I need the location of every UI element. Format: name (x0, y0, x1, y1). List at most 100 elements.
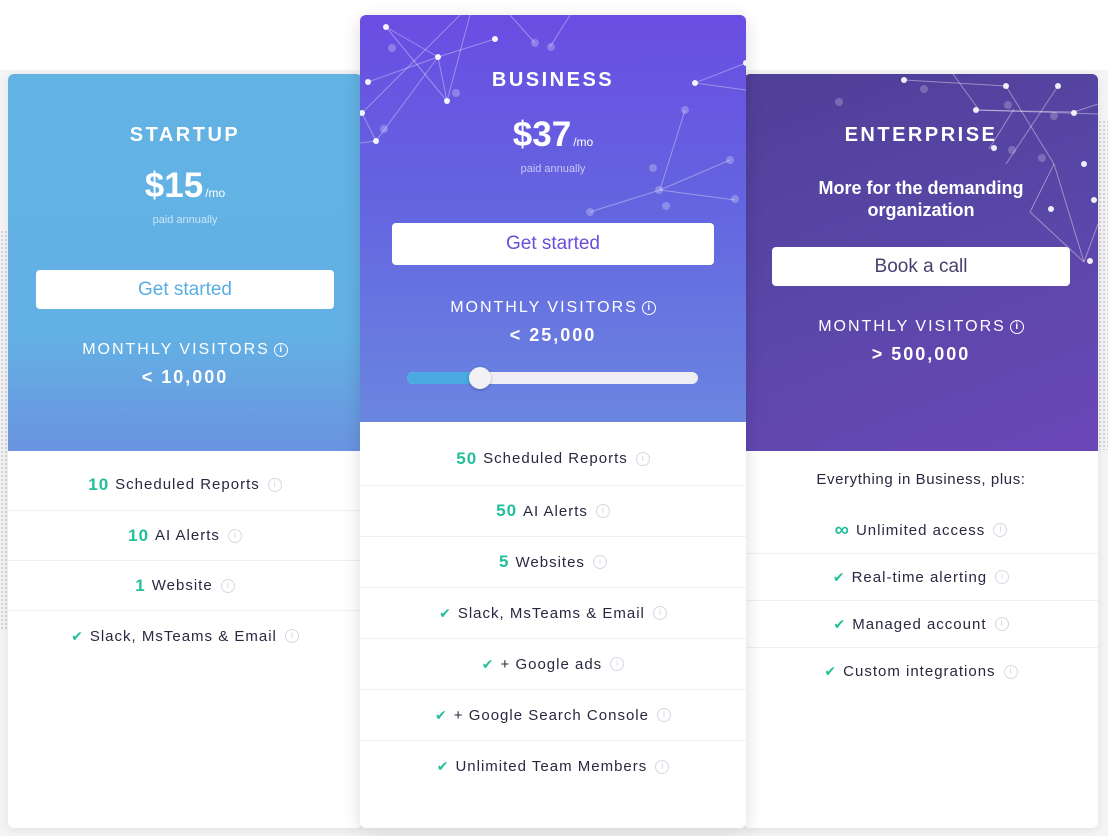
plan-price: $15/mo (8, 167, 362, 212)
info-icon[interactable]: i (993, 523, 1008, 537)
info-icon[interactable]: i (655, 759, 670, 774)
feature-row: ✔ Slack, MsTeams & Email i (360, 588, 746, 639)
info-icon[interactable]: i (220, 578, 235, 593)
check-icon: ✔ (833, 615, 847, 632)
tagline-line: More for the demanding (818, 178, 1024, 198)
info-icon[interactable]: i (595, 504, 610, 518)
feature-list: 50 Scheduled Reports i 50 AI Alerts i 5 Website… (360, 422, 746, 792)
info-icon[interactable]: i (267, 477, 282, 492)
plan-header: BUSINESS $37/mo paid annually Get starte… (360, 15, 746, 422)
feature-text: Slack, MsTeams & Email (457, 604, 645, 622)
info-icon[interactable]: i (652, 606, 667, 620)
feature-row: ✔ Unlimited Team Members i (360, 741, 746, 792)
tagline-line: organization (867, 200, 975, 220)
price-unit: /mo (573, 135, 594, 149)
feature-text: Unlimited access (855, 521, 986, 539)
feature-row: ✔ + Google ads i (360, 639, 746, 690)
feature-text: Scheduled Reports (483, 450, 628, 467)
feature-row: ✔ Managed account i (744, 601, 1098, 648)
get-started-button[interactable]: Get started (392, 223, 714, 265)
slider-thumb[interactable] (468, 367, 491, 389)
feature-text: Real-time alerting (851, 568, 988, 586)
feature-list: 10 Scheduled Reports i 10 AI Alerts i 1 Website… (8, 451, 362, 661)
monthly-visitors-value: < 25,000 (509, 325, 597, 345)
feature-count: 50 (456, 448, 478, 468)
feature-row: ✔ Custom integrations i (744, 648, 1098, 695)
decorative-dot-pattern (1098, 120, 1108, 450)
info-icon[interactable]: i (995, 570, 1010, 584)
info-icon[interactable]: i (1009, 320, 1024, 334)
feature-row: ✔ Slack, MsTeams & Email i (8, 611, 362, 661)
billing-note: paid annually (152, 214, 218, 226)
visitors-label-text: MONTHLY VISITORS (82, 341, 270, 358)
feature-text: + Google ads (500, 655, 603, 673)
plan-name: STARTUP (129, 124, 241, 146)
info-icon[interactable]: i (284, 629, 299, 643)
feature-count: 10 (128, 525, 150, 545)
feature-row: ✔ + Google Search Console i (360, 690, 746, 741)
get-started-button[interactable]: Get started (36, 270, 334, 309)
visitors-label-text: MONTHLY VISITORS (818, 318, 1006, 335)
infinity-icon: ∞ (834, 519, 850, 541)
feature-text: AI Alerts (523, 502, 588, 520)
monthly-visitors-value: > 500,000 (871, 344, 971, 364)
plan-header: ENTERPRISE More for the demanding organi… (744, 74, 1098, 451)
info-icon[interactable]: i (656, 708, 671, 722)
info-icon[interactable]: i (641, 301, 656, 315)
feature-row: 5 Websites i (360, 537, 746, 588)
info-icon[interactable]: i (994, 617, 1009, 631)
billing-note: paid annually (520, 163, 586, 175)
feature-row: 10 Scheduled Reports i (8, 451, 362, 511)
feature-text: Website (151, 577, 213, 594)
plan-header: STARTUP $15/mo paid annually Get started… (8, 74, 362, 451)
plan-name: ENTERPRISE (844, 124, 998, 146)
monthly-visitors-value: < 10,000 (141, 367, 229, 387)
feature-count: 1 (135, 575, 146, 595)
feature-row: 1 Website i (8, 561, 362, 611)
features-intro: Everything in Business, plus: (744, 451, 1098, 507)
plan-price: $37/mo (360, 116, 746, 161)
feature-text: Websites (515, 553, 585, 571)
check-icon: ✔ (824, 663, 838, 679)
visitors-slider[interactable] (407, 367, 698, 389)
feature-list: ∞ Unlimited access i ✔ Real-time alerting i ✔ M… (744, 507, 1098, 695)
feature-text: Scheduled Reports (115, 476, 260, 493)
monthly-visitors-label: MONTHLY VISITORS i (360, 299, 746, 317)
check-icon: ✔ (832, 568, 846, 585)
feature-text: + Google Search Console (453, 706, 649, 724)
check-icon: ✔ (71, 627, 84, 644)
check-icon: ✔ (439, 604, 452, 621)
price-unit: /mo (205, 186, 226, 200)
info-icon[interactable]: i (635, 451, 650, 466)
info-icon[interactable]: i (273, 343, 288, 357)
feature-text: AI Alerts (155, 527, 220, 544)
check-icon: ✔ (481, 655, 495, 672)
feature-row: 50 AI Alerts i (360, 486, 746, 537)
price-amount: $37 (512, 115, 572, 154)
visitors-label-text: MONTHLY VISITORS (450, 299, 638, 316)
feature-row: ∞ Unlimited access i (744, 507, 1098, 554)
feature-text: Unlimited Team Members (455, 758, 648, 775)
info-icon[interactable]: i (592, 555, 607, 569)
feature-text: Custom integrations (843, 663, 996, 680)
check-icon: ✔ (436, 758, 450, 774)
feature-row: 10 AI Alerts i (8, 511, 362, 561)
plan-name: BUSINESS (491, 69, 615, 91)
info-icon[interactable]: i (610, 657, 625, 671)
feature-count: 5 (499, 552, 510, 571)
info-icon[interactable]: i (1003, 664, 1018, 679)
decorative-dot-pattern (0, 230, 8, 630)
features-intro-text: Everything in Business, plus: (816, 470, 1026, 488)
book-a-call-button[interactable]: Book a call (772, 247, 1070, 286)
monthly-visitors-label: MONTHLY VISITORS i (8, 341, 362, 359)
feature-list: Everything in Business, plus: (744, 451, 1098, 507)
pricing-card-enterprise: ENTERPRISE More for the demanding organi… (744, 74, 1098, 828)
price-amount: $15 (144, 166, 204, 205)
info-icon[interactable]: i (227, 528, 242, 543)
feature-text: Slack, MsTeams & Email (89, 627, 277, 645)
feature-row: 50 Scheduled Reports i (360, 422, 746, 486)
feature-row: ✔ Real-time alerting i (744, 554, 1098, 601)
plan-tagline: More for the demanding organization (744, 177, 1098, 221)
check-icon: ✔ (435, 706, 448, 723)
feature-count: 50 (496, 501, 518, 520)
